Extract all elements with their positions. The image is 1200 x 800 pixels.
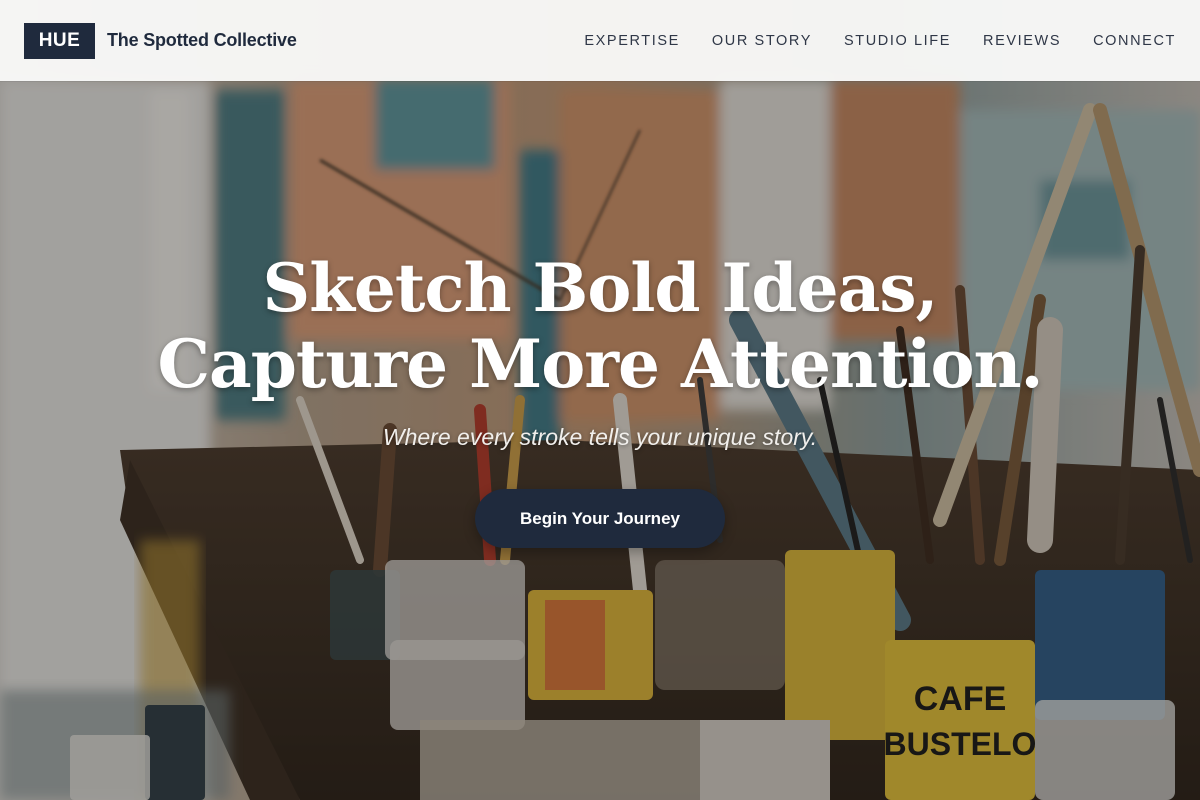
hero-tagline: Where every stroke tells your unique sto… — [382, 424, 818, 450]
nav-link-connect[interactable]: CONNECT — [1093, 33, 1176, 49]
nav-link-expertise[interactable]: EXPERTISE — [584, 33, 680, 49]
nav-link-our-story[interactable]: OUR STORY — [712, 33, 812, 49]
brand[interactable]: HUE The Spotted Collective — [24, 22, 297, 59]
nav-link-studio-life[interactable]: STUDIO LIFE — [844, 33, 951, 49]
nav-link-reviews[interactable]: REVIEWS — [983, 33, 1061, 49]
hero-headline: Sketch Bold Ideas, Capture More Attentio… — [0, 250, 1200, 402]
brand-name[interactable]: The Spotted Collective — [107, 30, 297, 51]
headline-line-2: Capture More Attention. — [157, 325, 1043, 403]
begin-journey-button[interactable]: Begin Your Journey — [475, 489, 725, 548]
hero-section: CAFE BUSTELO Sketch Bold Ideas, Capture … — [0, 0, 1200, 800]
logo[interactable]: HUE — [24, 22, 95, 59]
site-header: HUE The Spotted Collective EXPERTISE OUR… — [0, 0, 1200, 81]
main-nav: EXPERTISE OUR STORY STUDIO LIFE REVIEWS … — [584, 33, 1176, 49]
hero-content: Sketch Bold Ideas, Capture More Attentio… — [0, 250, 1200, 548]
headline-line-1: Sketch Bold Ideas, — [262, 249, 939, 327]
